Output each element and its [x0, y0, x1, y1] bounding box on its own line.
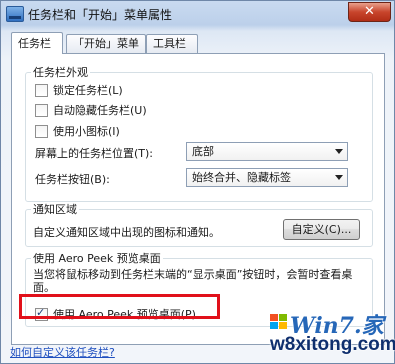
checkbox-box[interactable] — [35, 83, 48, 97]
close-icon: ✕ — [364, 4, 375, 19]
taskbar-properties-window: 任务栏和「开始」菜单属性 ✕ 任务栏 「开始」菜单 工具栏 任务栏外观 锁定任务… — [0, 0, 395, 364]
tab-taskbar[interactable]: 任务栏 — [11, 32, 63, 54]
windows-flag-icon — [270, 314, 288, 330]
checkbox-label: 使用小图标(I) — [53, 125, 120, 138]
small-icons-checkbox[interactable]: 使用小图标(I) — [35, 123, 120, 139]
window-title: 任务栏和「开始」菜单属性 — [28, 8, 173, 22]
watermark-logo: Win7.家 w8xitong.com — [266, 305, 395, 361]
group-title: 通知区域 — [33, 203, 77, 216]
select-value: 始终合并、隐藏标签 — [192, 171, 291, 184]
title-bar[interactable]: 任务栏和「开始」菜单属性 ✕ — [1, 1, 395, 27]
tab-start-menu[interactable]: 「开始」菜单 — [66, 34, 146, 53]
notification-description: 自定义通知区域中出现的图标和通知。 — [33, 226, 220, 239]
taskbar-buttons-label: 任务栏按钮(B): — [35, 173, 110, 186]
taskbar-position-label: 屏幕上的任务栏位置(T): — [35, 147, 154, 160]
taskbar-app-icon — [6, 6, 24, 22]
taskbar-buttons-select[interactable]: 始终合并、隐藏标签 — [186, 168, 348, 187]
chevron-down-icon — [335, 149, 343, 154]
taskbar-position-select[interactable]: 底部 — [186, 142, 348, 161]
checkbox-box[interactable] — [35, 103, 48, 117]
checkbox-box[interactable] — [35, 124, 48, 138]
help-link[interactable]: 如何自定义该任务栏? — [10, 344, 115, 360]
lock-taskbar-checkbox[interactable]: 锁定任务栏(L) — [35, 82, 123, 98]
group-title: 任务栏外观 — [33, 66, 88, 79]
aero-peek-description: 当您将鼠标移动到任务栏末端的“显示桌面”按钮时，会暂时查看桌面。 — [33, 268, 353, 294]
group-title: 使用 Aero Peek 预览桌面 — [33, 252, 161, 265]
chevron-down-icon — [335, 175, 343, 180]
checkbox-label: 锁定任务栏(L) — [53, 84, 123, 97]
tab-toolbars[interactable]: 工具栏 — [146, 34, 198, 53]
checkbox-label: 自动隐藏任务栏(U) — [53, 104, 147, 117]
auto-hide-checkbox[interactable]: 自动隐藏任务栏(U) — [35, 102, 147, 118]
customize-button[interactable]: 自定义(C)... — [283, 219, 360, 240]
close-button[interactable]: ✕ — [348, 2, 391, 22]
select-value: 底部 — [192, 145, 214, 158]
red-highlight-box — [19, 294, 220, 319]
watermark-line2: w8xitong.com — [270, 334, 395, 355]
